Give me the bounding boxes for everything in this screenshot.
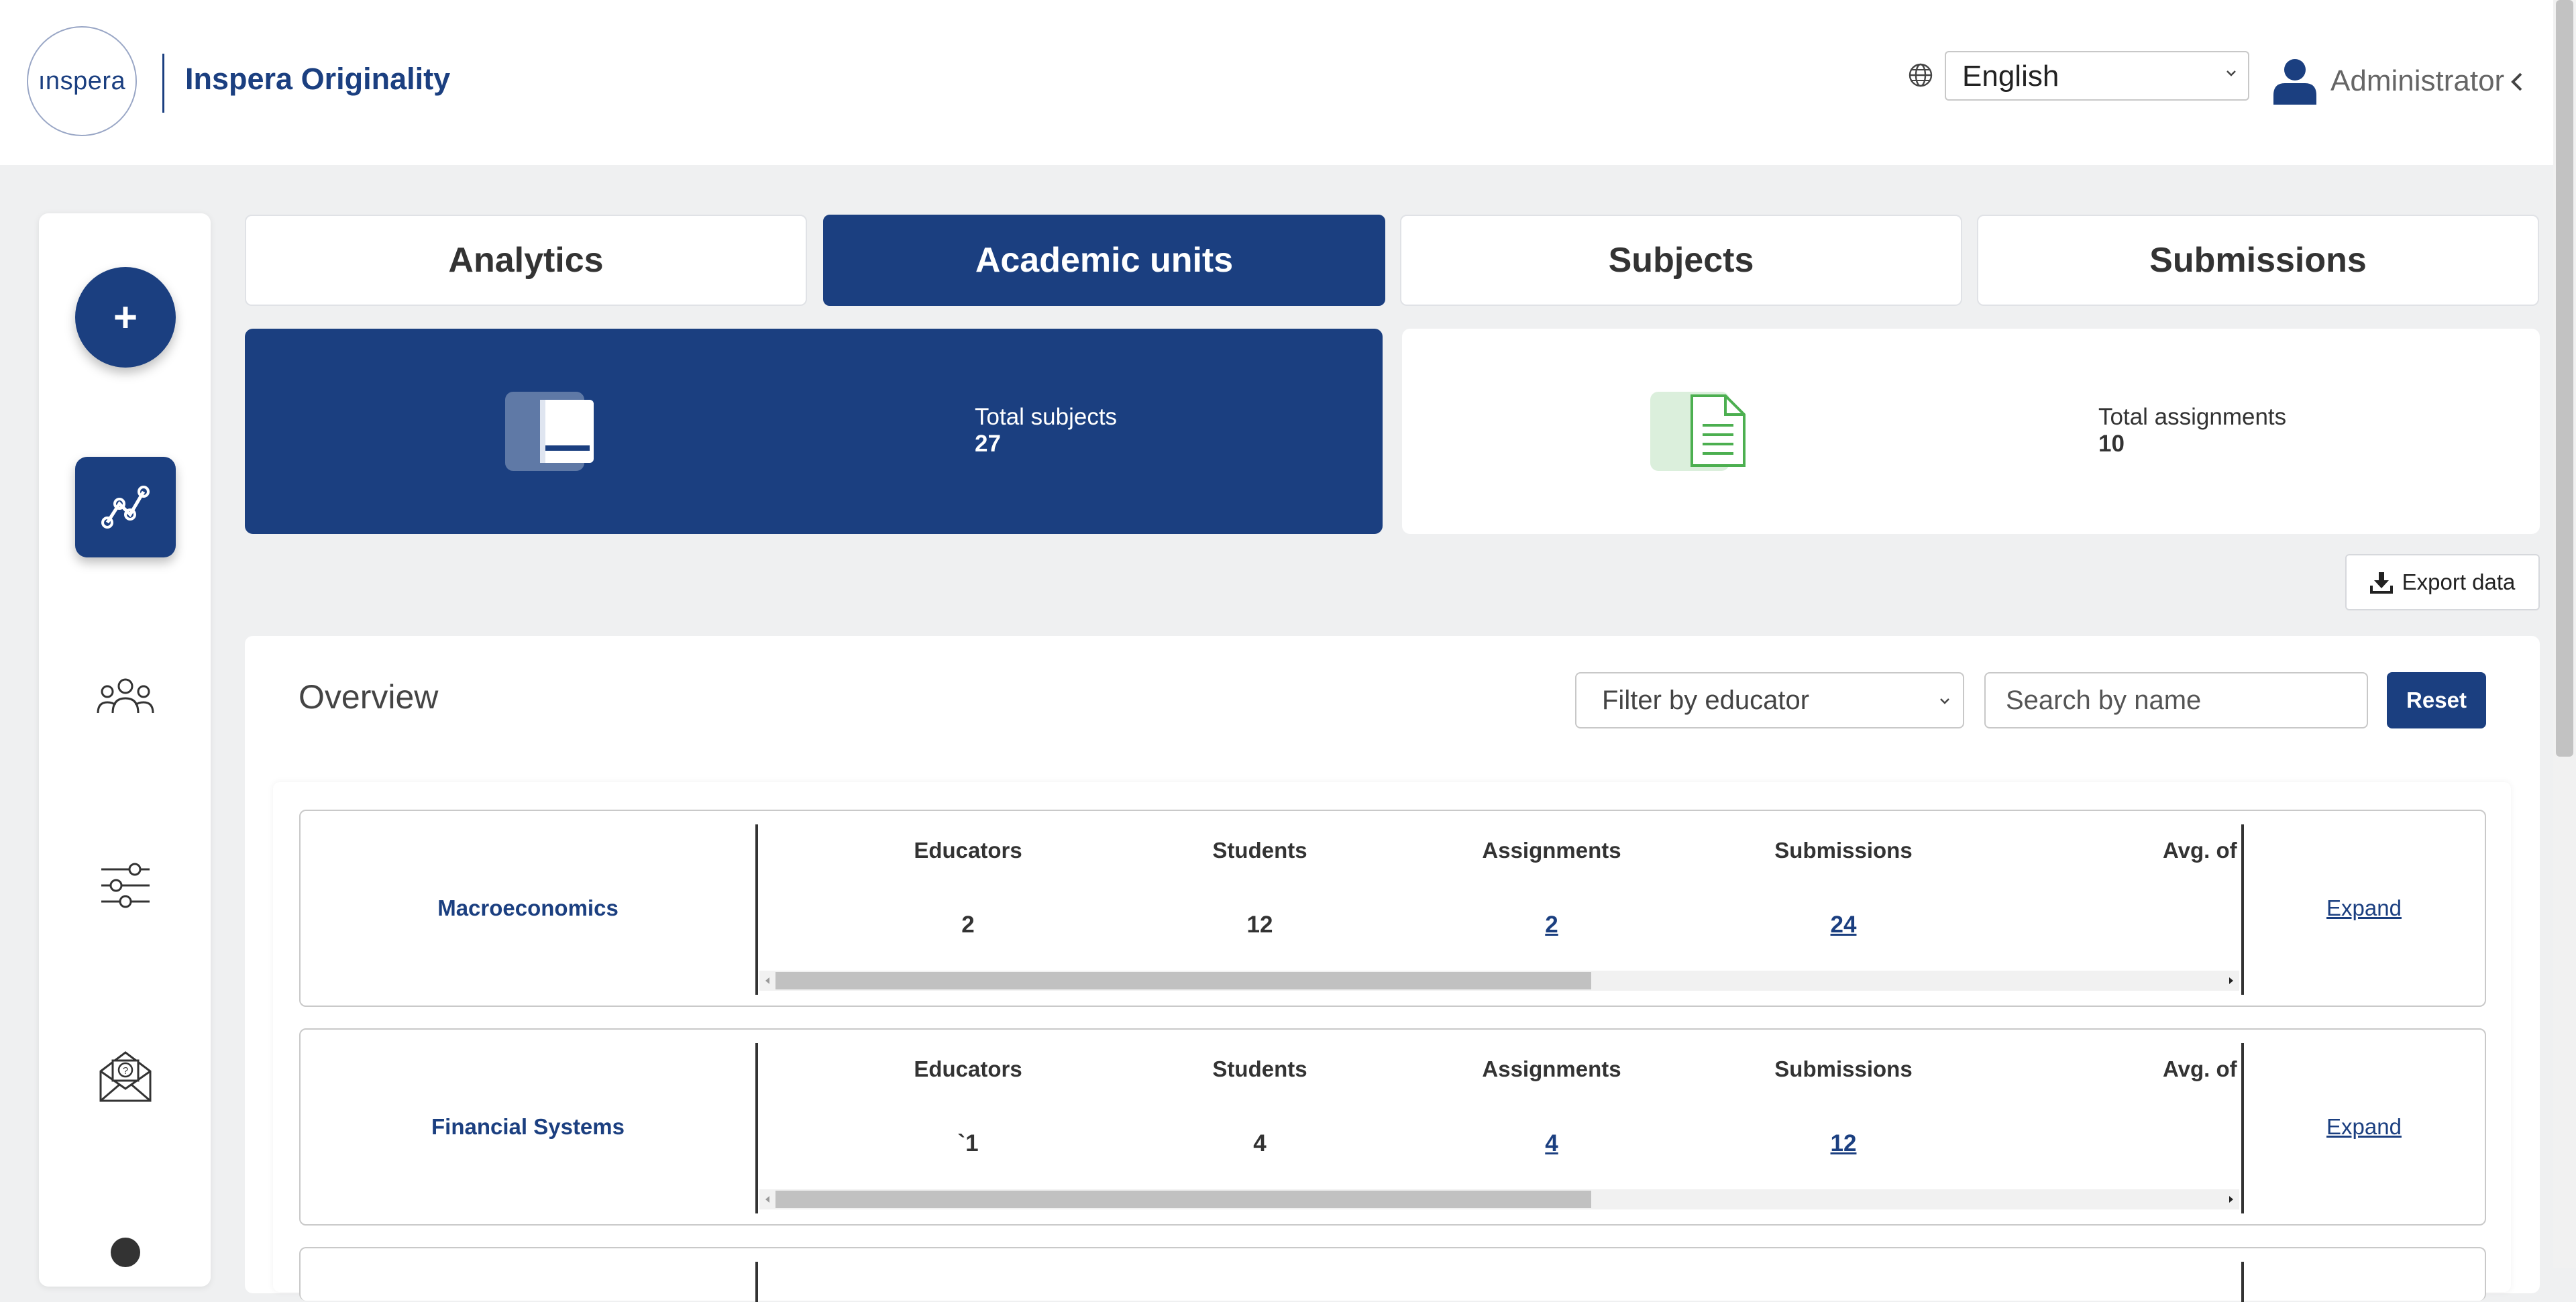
column-divider [755, 824, 758, 995]
stat-label: Total subjects [975, 404, 1118, 430]
chevron-down-icon [2226, 70, 2236, 76]
page-scrollbar[interactable] [2553, 0, 2576, 1268]
logo-text: ınspera [38, 66, 126, 95]
plus-icon: + [113, 294, 138, 341]
unit-name[interactable]: Financial Systems [301, 1030, 755, 1224]
avg-header: Avg. of [2163, 1056, 2237, 1081]
horizontal-scrollbar[interactable] [759, 1189, 2239, 1209]
tab-label: Analytics [448, 241, 604, 280]
unit-row-financial-systems: Financial Systems Educators Students Ass… [299, 1028, 2486, 1226]
stat-label: Total assignments [2098, 404, 2287, 430]
avg-header: Avg. of [2163, 838, 2237, 863]
analytics-chart-icon [101, 486, 150, 529]
unit-row-partial [299, 1247, 2486, 1302]
download-icon [2369, 572, 2393, 594]
overview-panel: Overview Filter by educator Reset Macroe… [245, 636, 2540, 1302]
total-subjects-card: Total subjects 27 [245, 329, 1383, 534]
total-assignments-card: Total assignments 10 [1402, 329, 2540, 534]
sidebar-item-profile[interactable] [93, 1226, 158, 1292]
overview-title: Overview [299, 678, 439, 716]
export-label: Export data [2402, 569, 2516, 594]
filter-by-educator-select[interactable]: Filter by educator [1575, 672, 1964, 728]
educators-header: Educators [914, 838, 1022, 863]
column-divider [2241, 824, 2244, 995]
users-group-icon [97, 678, 154, 714]
scrollbar-thumb[interactable] [775, 972, 1591, 989]
column-divider [2241, 1043, 2244, 1213]
tab-subjects[interactable]: Subjects [1400, 215, 1962, 306]
user-avatar-icon[interactable] [2271, 56, 2318, 105]
column-divider [755, 1043, 758, 1213]
assignments-header: Assignments [1482, 838, 1621, 863]
students-header: Students [1212, 838, 1307, 863]
column-divider [2241, 1262, 2244, 1302]
tab-academic-units[interactable]: Academic units [823, 215, 1385, 306]
students-header: Students [1212, 1056, 1307, 1081]
sidebar-item-users[interactable] [93, 665, 158, 730]
stat-value: 10 [2098, 431, 2125, 457]
scroll-right-icon[interactable] [2224, 974, 2238, 987]
book-icon [505, 392, 594, 471]
students-value: 12 [1246, 912, 1273, 938]
assignments-header: Assignments [1482, 1056, 1621, 1081]
search-by-name-input[interactable] [1984, 672, 2368, 728]
person-icon [111, 1238, 140, 1267]
reset-button[interactable]: Reset [2387, 672, 2486, 728]
help-envelope-icon: ? [99, 1051, 152, 1102]
brand-name: Inspera Originality [185, 62, 451, 96]
scroll-left-icon[interactable] [761, 1193, 774, 1206]
scrollbar-thumb[interactable] [775, 1191, 1591, 1208]
tab-submissions[interactable]: Submissions [1977, 215, 2539, 306]
educators-value: `1 [957, 1130, 979, 1156]
reset-label: Reset [2406, 688, 2467, 712]
scrollbar-thumb[interactable] [2556, 0, 2573, 757]
sidebar: + ? [39, 213, 211, 1287]
export-data-button[interactable]: Export data [2345, 554, 2540, 610]
students-value: 4 [1253, 1130, 1267, 1156]
expand-link[interactable]: Expand [2277, 1114, 2451, 1140]
horizontal-scrollbar[interactable] [759, 971, 2239, 991]
top-header: ınspera Inspera Originality English Admi… [0, 0, 2553, 165]
scroll-left-icon[interactable] [761, 974, 774, 987]
submissions-link[interactable]: 24 [1743, 912, 1944, 938]
unit-row-macroeconomics: Macroeconomics Educators Students Assign… [299, 810, 2486, 1007]
sidebar-item-analytics[interactable] [75, 457, 176, 557]
language-select[interactable]: English [1945, 51, 2249, 101]
logo-divider [162, 54, 164, 113]
submissions-link[interactable]: 12 [1743, 1130, 1944, 1157]
tab-analytics[interactable]: Analytics [245, 215, 807, 306]
globe-icon [1909, 63, 1933, 87]
user-role-label[interactable]: Administrator [2330, 64, 2504, 98]
tab-label: Academic units [975, 241, 1234, 280]
educators-header: Educators [914, 1056, 1022, 1081]
submissions-header: Submissions [1774, 838, 1913, 863]
chevron-left-icon[interactable] [2508, 70, 2525, 94]
chevron-down-icon [1940, 698, 1949, 704]
scroll-right-icon[interactable] [2224, 1193, 2238, 1206]
unit-name[interactable]: Macroeconomics [301, 811, 755, 1006]
sidebar-item-help[interactable]: ? [93, 1043, 158, 1109]
educators-value: 2 [961, 912, 975, 938]
document-icon [1650, 392, 1746, 471]
submissions-header: Submissions [1774, 1056, 1913, 1081]
tab-label: Submissions [2149, 241, 2367, 280]
language-value: English [1962, 60, 2059, 93]
expand-link[interactable]: Expand [2277, 896, 2451, 921]
sidebar-item-settings[interactable] [93, 853, 158, 918]
tab-label: Subjects [1608, 241, 1754, 280]
column-divider [755, 1262, 758, 1302]
assignments-link[interactable]: 2 [1451, 912, 1652, 938]
add-button[interactable]: + [75, 267, 176, 368]
sliders-settings-icon [101, 863, 150, 908]
assignments-link[interactable]: 4 [1451, 1130, 1652, 1157]
filter-placeholder: Filter by educator [1602, 686, 1810, 715]
inspera-logo: ınspera [27, 26, 137, 136]
stat-value: 27 [975, 431, 1001, 457]
svg-text:?: ? [123, 1065, 128, 1077]
